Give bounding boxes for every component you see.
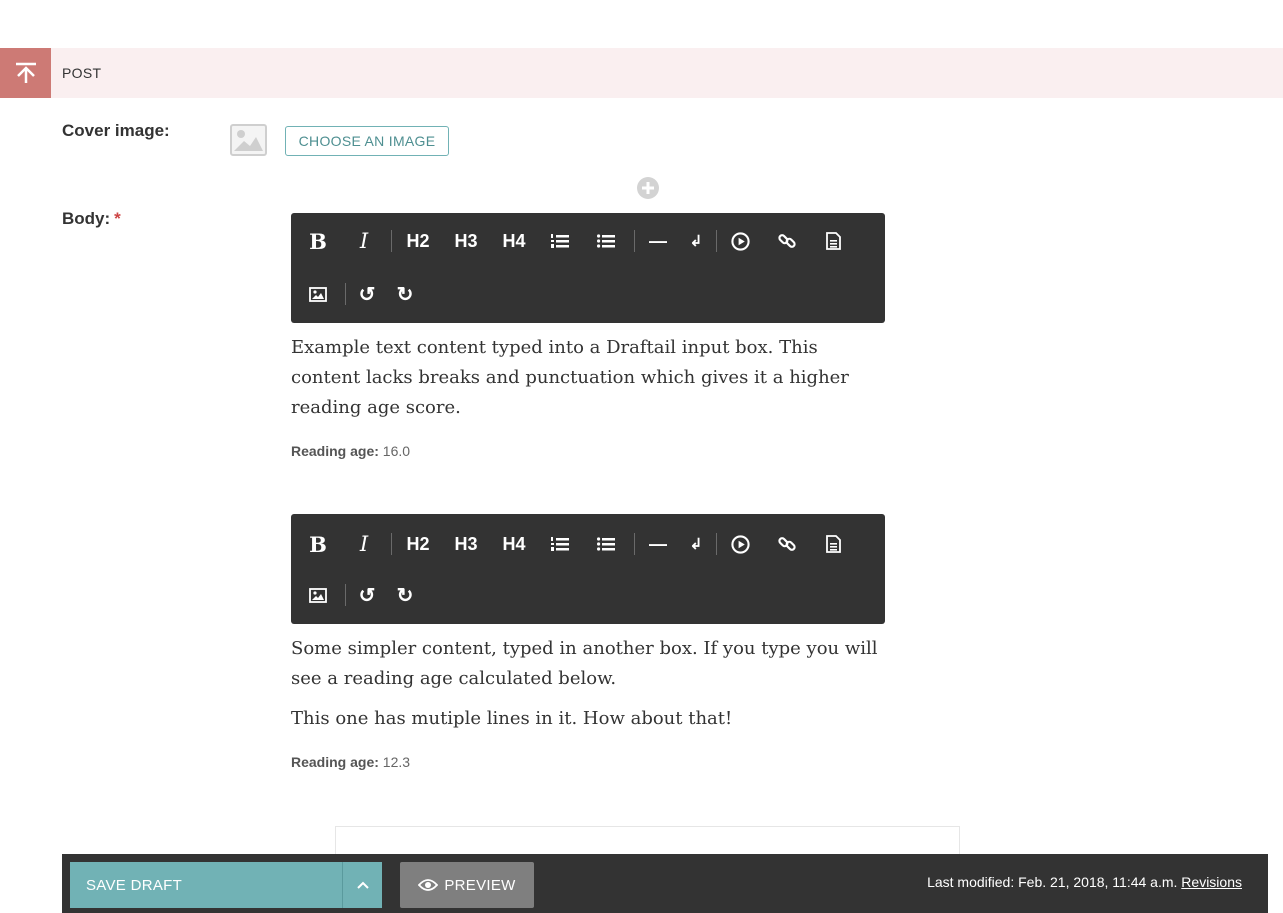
editor-paragraph[interactable]: Some simpler content, typed in another b… (291, 634, 885, 694)
preview-button[interactable]: PREVIEW (400, 862, 534, 908)
preview-label: PREVIEW (444, 876, 516, 894)
chevron-up-icon (356, 881, 369, 889)
unordered-list-button[interactable] (593, 226, 619, 256)
italic-button[interactable]: I (351, 529, 377, 559)
toolbar-divider (345, 584, 346, 606)
reading-age-value: 12.3 (382, 754, 411, 770)
image-placeholder-icon (230, 124, 267, 156)
line-break-button[interactable]: ↲ (685, 529, 707, 559)
toolbar-divider (391, 533, 392, 555)
ordered-list-button[interactable] (547, 529, 573, 559)
ordered-list-button[interactable] (547, 226, 573, 256)
bold-button[interactable]: B (305, 529, 331, 559)
embed-icon (730, 534, 750, 554)
last-modified-text: Last modified: Feb. 21, 2018, 11:44 a.m. (927, 874, 1178, 890)
ordered-list-icon (551, 537, 569, 551)
reading-age-label: Reading age: (291, 443, 379, 459)
document-button[interactable] (820, 226, 846, 256)
section-collapse-button[interactable] (0, 48, 51, 98)
toolbar-divider (716, 230, 717, 252)
toolbar-divider (634, 230, 635, 252)
rich-text-toolbar: B I H2 H3 H4 — ↲ ↺ ↻ (291, 213, 885, 323)
save-draft-button[interactable]: SAVE DRAFT (70, 862, 342, 908)
unordered-list-icon (597, 234, 615, 248)
reading-age-value: 16.0 (382, 443, 411, 459)
collapse-up-icon (15, 62, 36, 83)
redo-button[interactable]: ↻ (393, 580, 417, 610)
h3-button[interactable]: H3 (451, 529, 481, 559)
required-marker: * (114, 209, 121, 228)
line-break-button[interactable]: ↲ (685, 226, 707, 256)
h2-button[interactable]: H2 (403, 226, 433, 256)
eye-icon (418, 879, 439, 891)
reading-age-label: Reading age: (291, 754, 379, 770)
document-icon (825, 535, 841, 553)
body-label: Body: * (62, 209, 121, 229)
save-options-toggle[interactable] (342, 862, 382, 908)
undo-button[interactable]: ↺ (355, 580, 379, 610)
toolbar-divider (716, 533, 717, 555)
toolbar-divider (391, 230, 392, 252)
h2-button[interactable]: H2 (403, 529, 433, 559)
revisions-link[interactable]: Revisions (1181, 874, 1242, 890)
reading-age: Reading age: 12.3 (291, 754, 410, 770)
link-button[interactable] (774, 226, 800, 256)
embed-button[interactable] (727, 226, 753, 256)
reading-age: Reading age: 16.0 (291, 443, 410, 459)
embed-button[interactable] (727, 529, 753, 559)
image-icon (309, 286, 327, 302)
horizontal-rule-button[interactable]: — (645, 529, 671, 559)
link-button[interactable] (774, 529, 800, 559)
h4-button[interactable]: H4 (499, 226, 529, 256)
image-button[interactable] (305, 580, 331, 610)
editor-paragraph[interactable]: Example text content typed into a Drafta… (291, 333, 885, 423)
toolbar-divider (634, 533, 635, 555)
redo-button[interactable]: ↻ (393, 279, 417, 309)
section-header: POST (0, 48, 1283, 98)
link-icon (778, 234, 796, 248)
body-label-text: Body: (62, 209, 111, 228)
unordered-list-button[interactable] (593, 529, 619, 559)
image-button[interactable] (305, 279, 331, 309)
document-button[interactable] (820, 529, 846, 559)
choose-image-button[interactable]: CHOOSE AN IMAGE (285, 126, 449, 156)
plus-circle-icon[interactable] (636, 176, 660, 200)
image-icon (309, 587, 327, 603)
link-icon (778, 537, 796, 551)
h4-button[interactable]: H4 (499, 529, 529, 559)
italic-button[interactable]: I (351, 226, 377, 256)
editor-paragraph[interactable]: This one has mutiple lines in it. How ab… (291, 704, 885, 734)
toolbar-divider (345, 283, 346, 305)
h3-button[interactable]: H3 (451, 226, 481, 256)
bold-button[interactable]: B (305, 226, 331, 256)
footer-action-bar: SAVE DRAFT PREVIEW Last modified: Feb. 2… (62, 854, 1268, 913)
document-icon (825, 232, 841, 250)
unordered-list-icon (597, 537, 615, 551)
rich-text-toolbar: B I H2 H3 H4 — ↲ ↺ ↻ (291, 514, 885, 624)
embed-icon (730, 231, 750, 251)
ordered-list-icon (551, 234, 569, 248)
undo-button[interactable]: ↺ (355, 279, 379, 309)
section-title: POST (62, 65, 102, 81)
last-modified-info: Last modified: Feb. 21, 2018, 11:44 a.m.… (927, 874, 1242, 890)
horizontal-rule-button[interactable]: — (645, 226, 671, 256)
cover-image-label: Cover image: (62, 121, 170, 140)
